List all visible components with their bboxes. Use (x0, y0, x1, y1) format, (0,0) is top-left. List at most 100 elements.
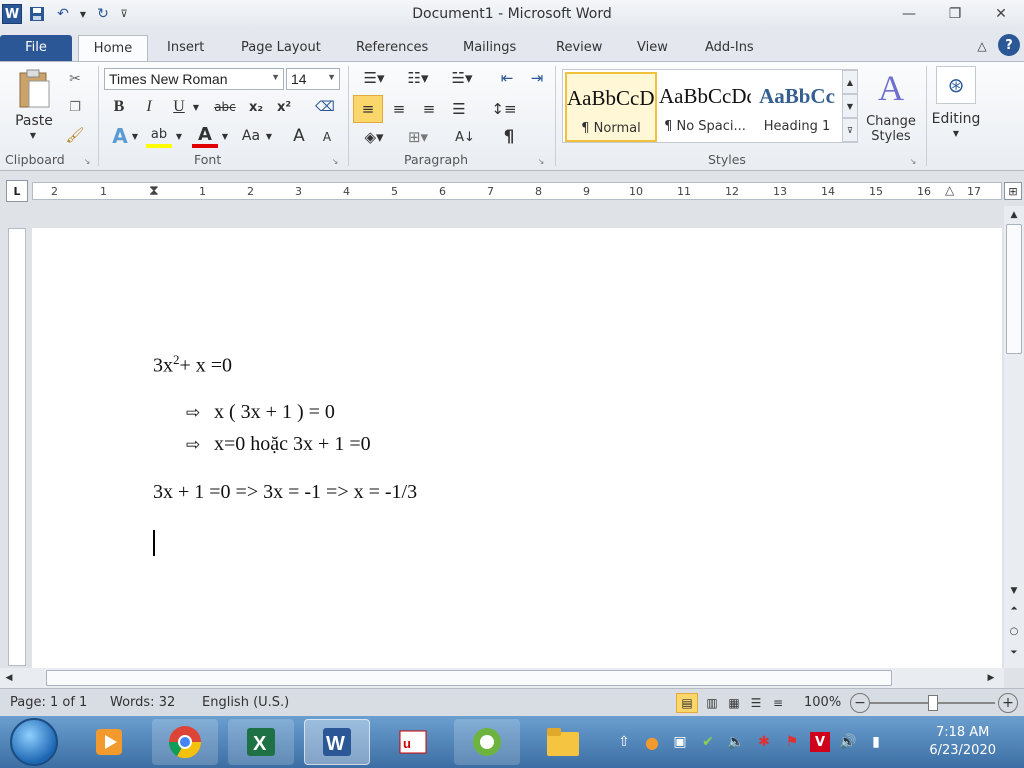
styles-scroll-up-icon[interactable]: ▲ (842, 70, 858, 94)
full-screen-reading-icon[interactable]: ▥ (702, 693, 722, 713)
right-indent-marker-icon[interactable]: △ (945, 183, 954, 197)
page-count[interactable]: Page: 1 of 1 (10, 695, 87, 710)
power-icon[interactable]: ▮ (866, 732, 886, 752)
start-button[interactable] (10, 718, 58, 766)
zoom-slider-thumb[interactable] (928, 695, 938, 711)
vertical-scroll-thumb[interactable] (1006, 224, 1022, 354)
vertical-scrollbar[interactable]: ▲ ▼ ⏶ ○ ⏷ (1004, 206, 1024, 668)
bullets-icon[interactable]: ☰▾ (356, 66, 392, 90)
close-icon[interactable]: ✕ (978, 0, 1024, 28)
media-player-icon[interactable] (76, 719, 142, 765)
copy-icon[interactable]: ❐ (64, 96, 86, 118)
equation-line-1[interactable]: 3x2+ x =0 (153, 352, 232, 378)
clear-formatting-icon[interactable]: ⌫ (312, 96, 338, 118)
tab-add-ins[interactable]: Add-Ins (705, 35, 754, 62)
tab-insert[interactable]: Insert (167, 35, 204, 62)
vertical-ruler[interactable] (8, 228, 26, 666)
underline-button[interactable]: U (168, 96, 190, 118)
language-indicator[interactable]: English (U.S.) (202, 695, 289, 710)
horizontal-ruler[interactable]: 2 1 ⧗ 1 2 3 4 5 6 7 8 9 10 11 12 13 14 1… (32, 182, 1002, 200)
styles-launcher-icon[interactable]: ↘ (908, 156, 918, 166)
format-painter-icon[interactable]: 🖌 (64, 124, 86, 146)
paragraph-launcher-icon[interactable]: ↘ (536, 156, 546, 166)
tab-view[interactable]: View (637, 35, 668, 62)
binoculars-icon[interactable]: ⊛ (936, 66, 976, 104)
strikethrough-button[interactable]: abc (210, 96, 240, 118)
equation-line-4[interactable]: 3x + 1 =0 => 3x = -1 => x = -1/3 (153, 481, 417, 504)
excel-icon[interactable]: X (228, 719, 294, 765)
print-layout-icon[interactable]: ▤ (676, 693, 698, 713)
shrink-font-button[interactable]: A (316, 126, 338, 148)
font-name-combo[interactable]: Times New Roman ▼ (104, 68, 284, 90)
text-effects-dropdown-icon[interactable]: ▼ (130, 130, 140, 142)
line-spacing-icon[interactable]: ↕≡ (486, 96, 522, 122)
change-styles-button[interactable]: Change Styles (860, 112, 922, 146)
scroll-right-icon[interactable]: ▶ (984, 670, 998, 686)
paste-icon[interactable] (14, 68, 54, 112)
style-normal[interactable]: AaBbCcDd ¶ Normal (565, 72, 657, 142)
previous-page-icon[interactable]: ⏶ (1006, 602, 1022, 616)
horizontal-scrollbar[interactable]: ◀ ▶ (0, 668, 1004, 688)
word-count[interactable]: Words: 32 (110, 695, 175, 710)
view-ruler-icon[interactable]: ⊞ (1004, 182, 1022, 200)
show-formatting-button[interactable]: ¶ (496, 124, 522, 150)
outline-icon[interactable]: ☰ (746, 693, 766, 713)
style-heading-1[interactable]: AaBbCc Heading 1 (751, 72, 843, 142)
change-case-dropdown-icon[interactable]: ▼ (264, 130, 274, 142)
subscript-button[interactable]: x₂ (244, 96, 268, 118)
numbering-icon[interactable]: ☷▾ (398, 66, 438, 90)
indent-marker-icon[interactable]: ⧗ (149, 183, 159, 199)
decrease-indent-icon[interactable]: ⇤ (494, 66, 520, 90)
zoom-in-icon[interactable]: + (998, 693, 1018, 713)
paste-button[interactable]: Paste (12, 112, 56, 130)
tab-references[interactable]: References (356, 35, 428, 62)
clipboard-launcher-icon[interactable]: ↘ (82, 156, 92, 166)
help-icon[interactable]: ? (998, 34, 1020, 56)
draft-icon[interactable]: ≡ (768, 693, 788, 713)
underline-dropdown-icon[interactable]: ▼ (190, 100, 202, 114)
coccoc-icon[interactable] (454, 719, 520, 765)
change-case-button[interactable]: Aa (236, 124, 266, 148)
browse-object-icon[interactable]: ○ (1006, 624, 1022, 638)
text-effects-icon[interactable]: A (108, 124, 132, 148)
scroll-up-icon[interactable]: ▲ (1006, 208, 1022, 222)
highlight-icon[interactable]: ab (146, 124, 172, 148)
font-color-dropdown-icon[interactable]: ▼ (220, 130, 230, 142)
network-adapter-icon[interactable]: ▣ (670, 732, 690, 752)
web-layout-icon[interactable]: ▦ (724, 693, 744, 713)
speaker-icon[interactable]: 🔈 (726, 732, 746, 752)
scroll-down-icon[interactable]: ▼ (1006, 584, 1022, 598)
superscript-button[interactable]: x² (272, 96, 296, 118)
tab-file[interactable]: File (0, 35, 72, 62)
increase-indent-icon[interactable]: ⇥ (524, 66, 550, 90)
change-styles-icon[interactable]: A (868, 66, 914, 110)
file-explorer-icon[interactable] (530, 719, 596, 765)
equation-line-2[interactable]: ⇨ x ( 3x + 1 ) = 0 (186, 401, 335, 424)
zoom-out-icon[interactable]: − (850, 693, 870, 713)
font-launcher-icon[interactable]: ↘ (330, 156, 340, 166)
tab-review[interactable]: Review (556, 35, 602, 62)
multilevel-list-icon[interactable]: ☱▾ (442, 66, 482, 90)
grow-font-button[interactable]: A (288, 124, 310, 148)
horizontal-scroll-thumb[interactable] (46, 670, 892, 686)
shading-icon[interactable]: ◈▾ (356, 124, 392, 150)
italic-button[interactable]: I (138, 96, 160, 118)
unikey-icon[interactable]: u (380, 719, 446, 765)
document-page[interactable] (32, 228, 1002, 668)
cut-icon[interactable]: ✂ (64, 68, 86, 90)
minimize-icon[interactable]: — (886, 0, 932, 28)
tab-selector[interactable]: L (6, 180, 28, 202)
styles-more-icon[interactable]: ⊽ (842, 118, 858, 142)
update-icon[interactable]: ● (642, 732, 662, 752)
equation-line-3[interactable]: ⇨ x=0 hoặc 3x + 1 =0 (186, 433, 371, 456)
font-size-combo[interactable]: 14 ▼ (286, 68, 340, 90)
align-center-icon[interactable]: ≡ (386, 96, 412, 122)
style-no-spacing[interactable]: AaBbCcDd ¶ No Spaci... (659, 72, 751, 142)
show-hidden-icons-icon[interactable]: ⇧ (614, 732, 634, 752)
tray-app-icon[interactable]: ✱ (754, 732, 774, 752)
styles-scroll-down-icon[interactable]: ▼ (842, 94, 858, 118)
justify-icon[interactable]: ☰ (446, 96, 472, 122)
editing-dropdown-icon[interactable]: ▼ (950, 128, 962, 138)
align-left-icon[interactable]: ≡ (353, 95, 383, 123)
font-color-button[interactable]: A (192, 124, 218, 148)
